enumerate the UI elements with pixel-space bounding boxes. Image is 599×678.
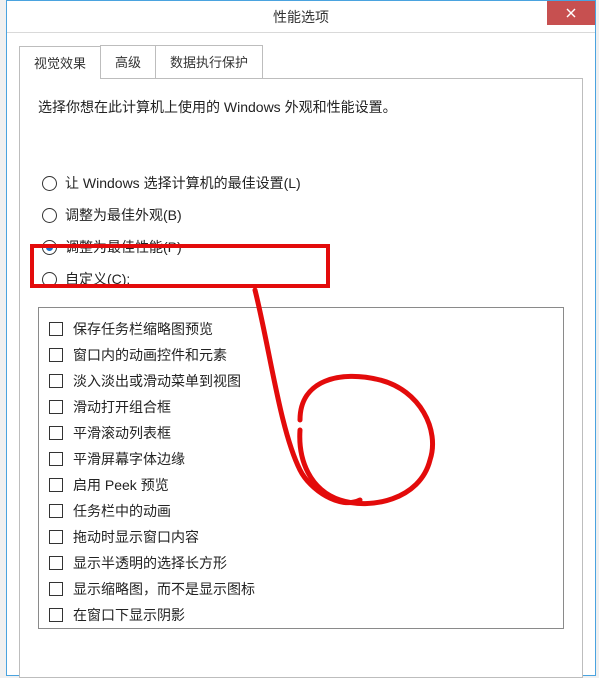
check-label: 拖动时显示窗口内容 — [73, 527, 199, 547]
list-item[interactable]: 平滑屏幕字体边缘 — [47, 446, 555, 472]
check-label: 平滑屏幕字体边缘 — [73, 449, 185, 469]
radio-let-windows-choose[interactable]: 让 Windows 选择计算机的最佳设置(L) — [38, 167, 564, 199]
list-item[interactable]: 淡入淡出或滑动菜单到视图 — [47, 368, 555, 394]
list-item[interactable]: 在窗口下显示阴影 — [47, 602, 555, 628]
radio-label: 让 Windows 选择计算机的最佳设置(L) — [65, 173, 301, 193]
checkbox-icon — [49, 556, 63, 570]
settings-radio-group: 让 Windows 选择计算机的最佳设置(L) 调整为最佳外观(B) 调整为最佳… — [38, 167, 564, 295]
checkbox-icon — [49, 504, 63, 518]
radio-icon — [42, 176, 57, 191]
checkbox-icon — [49, 608, 63, 622]
checkbox-icon — [49, 426, 63, 440]
window-title: 性能选项 — [273, 7, 329, 27]
list-item[interactable]: 启用 Peek 预览 — [47, 472, 555, 498]
tab-label: 数据执行保护 — [170, 55, 248, 70]
check-label: 在窗口下显示阴影 — [73, 605, 185, 625]
checkbox-icon — [49, 322, 63, 336]
close-button[interactable] — [547, 1, 595, 25]
list-item[interactable]: 保存任务栏缩略图预览 — [47, 316, 555, 342]
radio-icon — [42, 240, 57, 255]
tab-label: 高级 — [115, 55, 141, 70]
page-description: 选择你想在此计算机上使用的 Windows 外观和性能设置。 — [38, 97, 564, 117]
radio-label: 自定义(C): — [65, 269, 130, 289]
checkbox-icon — [49, 478, 63, 492]
list-item[interactable]: 任务栏中的动画 — [47, 498, 555, 524]
checkbox-icon — [49, 400, 63, 414]
radio-label: 调整为最佳性能(P) — [65, 237, 182, 257]
custom-options-list: 保存任务栏缩略图预览 窗口内的动画控件和元素 淡入淡出或滑动菜单到视图 滑动打开… — [38, 307, 564, 629]
list-item[interactable]: 平滑滚动列表框 — [47, 420, 555, 446]
radio-best-performance[interactable]: 调整为最佳性能(P) — [38, 231, 564, 263]
tab-advanced[interactable]: 高级 — [100, 45, 156, 78]
checkbox-icon — [49, 582, 63, 596]
content-area: 视觉效果 高级 数据执行保护 选择你想在此计算机上使用的 Windows 外观和… — [7, 33, 595, 678]
radio-label: 调整为最佳外观(B) — [65, 205, 182, 225]
check-label: 显示缩略图，而不是显示图标 — [73, 579, 255, 599]
list-item[interactable]: 拖动时显示窗口内容 — [47, 524, 555, 550]
check-label: 滑动打开组合框 — [73, 397, 171, 417]
check-label: 保存任务栏缩略图预览 — [73, 319, 213, 339]
checkbox-icon — [49, 374, 63, 388]
close-icon — [566, 8, 576, 18]
tabs: 视觉效果 高级 数据执行保护 — [19, 45, 583, 78]
tab-visual-effects[interactable]: 视觉效果 — [19, 46, 101, 79]
check-label: 平滑滚动列表框 — [73, 423, 171, 443]
checkbox-icon — [49, 348, 63, 362]
check-label: 任务栏中的动画 — [73, 501, 171, 521]
list-item[interactable]: 显示半透明的选择长方形 — [47, 550, 555, 576]
checkbox-icon — [49, 530, 63, 544]
titlebar: 性能选项 — [7, 1, 595, 33]
radio-icon — [42, 272, 57, 287]
radio-best-appearance[interactable]: 调整为最佳外观(B) — [38, 199, 564, 231]
list-item[interactable]: 显示缩略图，而不是显示图标 — [47, 576, 555, 602]
radio-icon — [42, 208, 57, 223]
tab-label: 视觉效果 — [34, 56, 86, 71]
check-label: 窗口内的动画控件和元素 — [73, 345, 227, 365]
radio-custom[interactable]: 自定义(C): — [38, 263, 564, 295]
tab-page-visual-effects: 选择你想在此计算机上使用的 Windows 外观和性能设置。 让 Windows… — [19, 78, 583, 678]
check-label: 显示半透明的选择长方形 — [73, 553, 227, 573]
checkbox-icon — [49, 452, 63, 466]
check-label: 启用 Peek 预览 — [73, 475, 169, 495]
list-item[interactable]: 滑动打开组合框 — [47, 394, 555, 420]
list-item[interactable]: 窗口内的动画控件和元素 — [47, 342, 555, 368]
check-label: 淡入淡出或滑动菜单到视图 — [73, 371, 241, 391]
tab-dep[interactable]: 数据执行保护 — [155, 45, 263, 78]
performance-options-window: 性能选项 视觉效果 高级 数据执行保护 选择你想在此计算机上使用的 Window… — [6, 0, 596, 676]
